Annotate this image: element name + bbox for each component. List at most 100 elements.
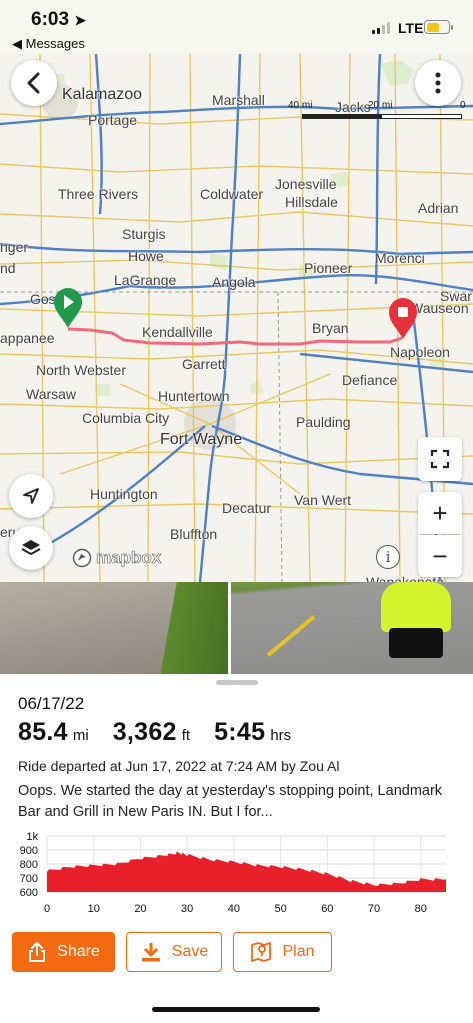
scale-label: 40 mi [288, 100, 313, 111]
plus-icon: + [432, 497, 448, 528]
map-label: Bluffton [170, 526, 218, 542]
map-label: Kalamazoo [62, 86, 143, 103]
ride-date: 06/17/22 [18, 694, 85, 713]
chevron-left-icon [27, 72, 40, 94]
duration-value: 5:45 [214, 718, 266, 746]
route-line [67, 327, 403, 346]
save-button[interactable]: Save [126, 932, 222, 972]
map-label: Howe [128, 248, 164, 264]
map-label: Paulding [296, 414, 351, 430]
ride-photos[interactable] [0, 582, 473, 674]
map-label: LaGrange [114, 272, 177, 288]
map-label: Sturgis [122, 226, 166, 242]
x-tick-label: 50 [274, 903, 286, 915]
map-label: Morenci [375, 250, 425, 266]
map-label: North Webster [36, 362, 126, 378]
duration-unit: hrs [270, 727, 292, 744]
distance-value: 85.4 [18, 718, 68, 746]
map-label: Portage [88, 112, 138, 128]
location-arrow-icon: ➤ [74, 12, 87, 28]
map-label: Kendallville [142, 324, 213, 340]
y-tick-label: 600 [20, 887, 38, 899]
battery-icon [424, 20, 453, 34]
more-options-button[interactable] [415, 60, 461, 106]
map-label: Columbia City [82, 410, 170, 426]
sheet-drag-handle[interactable] [216, 680, 258, 685]
map-label: Defiance [342, 372, 398, 388]
zoom-in-button[interactable]: + [418, 492, 462, 534]
home-indicator[interactable] [152, 1007, 320, 1012]
y-tick-label: 800 [20, 859, 38, 871]
minus-icon: − [432, 540, 448, 571]
map-label: Van Wert [294, 492, 352, 508]
map-label: Coldwater [200, 186, 264, 202]
info-icon[interactable]: i [376, 545, 400, 569]
map-label: Angola [212, 274, 256, 290]
map-label: appanee [0, 330, 55, 346]
scale-label: 20 mi [368, 100, 393, 111]
map-label: nger [0, 239, 29, 255]
share-button[interactable]: Share [12, 932, 115, 972]
distance-stat: 85.4 mi [18, 718, 89, 747]
duration-stat: 5:45 hrs [214, 718, 291, 747]
elevation-area [47, 851, 446, 892]
x-tick-label: 80 [415, 903, 427, 915]
share-icon [29, 942, 46, 962]
map-label: Fort Wayne [160, 431, 243, 448]
end-marker-icon[interactable] [388, 298, 418, 340]
map-label: nd [0, 260, 16, 276]
network-label: LTE [398, 20, 424, 36]
more-vertical-icon [435, 72, 441, 94]
x-tick-label: 70 [368, 903, 380, 915]
navigation-arrow-icon [23, 488, 39, 504]
map-label: Decatur [222, 500, 272, 516]
x-tick-label: 40 [228, 903, 240, 915]
y-tick-label: 1k [26, 831, 38, 843]
fullscreen-button[interactable] [418, 437, 462, 481]
ride-stats: 85.4 mi 3,362 ft 5:45 hrs [18, 718, 315, 747]
ride-departure-info: Ride departed at Jun 17, 2022 at 7:24 AM… [18, 758, 340, 774]
fullscreen-icon [430, 449, 450, 469]
locate-button[interactable] [9, 474, 53, 518]
download-icon [141, 943, 160, 962]
scale-label: 0 [460, 100, 466, 111]
action-bar: Share Save Plan [12, 932, 332, 972]
share-label: Share [57, 943, 100, 960]
layers-button[interactable] [9, 526, 53, 570]
back-to-app-link[interactable]: ◀ Messages [12, 36, 85, 52]
ride-photo[interactable] [231, 582, 473, 674]
signal-icon [372, 22, 390, 34]
mapbox-text: mapbox [96, 548, 162, 568]
x-tick-label: 60 [321, 903, 333, 915]
y-tick-label: 700 [20, 873, 38, 885]
map-label: Huntertown [158, 388, 230, 404]
elevation-unit: ft [181, 727, 191, 744]
layers-icon [21, 540, 41, 556]
ride-photo[interactable] [0, 582, 228, 674]
plan-button[interactable]: Plan [233, 932, 332, 972]
x-tick-label: 30 [181, 903, 193, 915]
elevation-stat: 3,362 ft [113, 718, 190, 747]
elevation-chart[interactable]: 1k 900 800 700 600 0 10 20 30 40 50 60 70 80 [0, 826, 473, 918]
plan-label: Plan [282, 943, 315, 960]
start-marker-icon[interactable] [52, 287, 84, 329]
map-label: Huntington [90, 486, 158, 502]
y-tick-label: 900 [20, 845, 38, 857]
back-button[interactable] [11, 60, 57, 106]
mapbox-logo: mapbox [72, 548, 161, 568]
ride-description[interactable]: Oops. We started the day at yesterday's … [18, 781, 463, 823]
map-label: Marshall [212, 92, 265, 108]
map-label: Three Rivers [58, 186, 139, 202]
elevation-value: 3,362 [112, 718, 177, 746]
x-tick-label: 20 [134, 903, 146, 915]
map-label: Hillsdale [285, 194, 338, 210]
route-map[interactable]: Kalamazoo Marshall Jacks Portage Three R… [0, 54, 473, 582]
status-time: 6:03 ➤ [31, 9, 87, 30]
map-label: Jonesville [275, 176, 337, 192]
distance-unit: mi [72, 727, 89, 744]
map-pin-icon [251, 942, 272, 962]
map-label: Adrian [418, 200, 459, 216]
zoom-out-button[interactable]: − [418, 535, 462, 577]
mapbox-icon [72, 548, 92, 568]
status-bar: 6:03 ➤ ◀ Messages LTE [0, 0, 473, 54]
